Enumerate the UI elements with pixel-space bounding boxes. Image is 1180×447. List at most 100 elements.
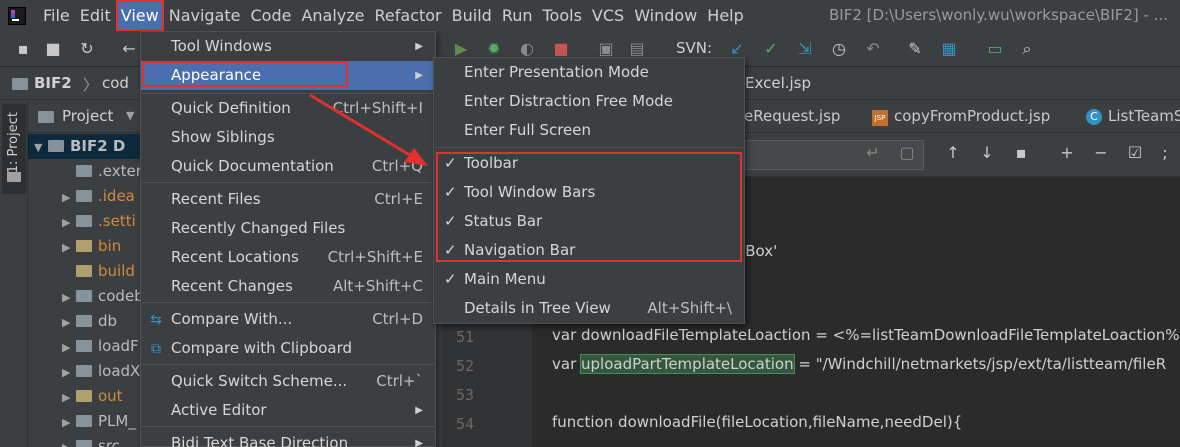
collapse-arrow-icon[interactable]: ▶ [62,210,76,235]
build-project-icon[interactable]: ▣ [597,40,615,58]
menu-vcs[interactable]: VCS [587,0,629,31]
menu-item-recent-files[interactable]: Recent Files Ctrl+E [141,185,435,214]
select-all-occurrences-icon[interactable]: ☑ [1124,143,1146,162]
menu-item-details-in-tree-view[interactable]: Details in Tree View Alt+Shift+\ [434,294,744,323]
collapse-arrow-icon[interactable]: ▶ [62,410,76,435]
save-all-icon[interactable]: ■ [44,40,62,58]
tree-row[interactable]: ▶ loadF [62,334,139,359]
menu-tools[interactable]: Tools [538,0,587,31]
code-line[interactable]: var uploadPartTemplateLocation = "/Windc… [552,354,1166,374]
menu-item-enter-full-screen[interactable]: Enter Full Screen [434,116,744,145]
menu-help[interactable]: Help [702,0,748,31]
coverage-icon[interactable]: ◐ [518,40,536,58]
menu-code[interactable]: Code [246,0,297,31]
menu-separator [142,364,434,365]
more-options-icon[interactable]: ; [1154,143,1176,162]
collapse-arrow-icon[interactable]: ▶ [62,360,76,385]
previous-occurrence-icon[interactable]: ↑ [942,143,964,162]
menu-edit[interactable]: Edit [75,0,116,31]
menu-run[interactable]: Run [497,0,538,31]
collapse-arrow-icon[interactable]: ▶ [62,385,76,410]
editor-tab[interactable]: JSP copyFromProduct.jsp [872,107,1050,126]
menu-build[interactable]: Build [447,0,497,31]
svn-compare-icon[interactable]: ⇲ [796,40,814,58]
menu-item-quick-documentation[interactable]: Quick Documentation Ctrl+Q [141,152,435,181]
tree-row[interactable]: build [62,259,135,284]
next-occurrence-icon[interactable]: ↓ [976,143,998,162]
stop-icon[interactable]: ■ [552,40,570,58]
menu-analyze[interactable]: Analyze [296,0,369,31]
menu-item-recently-changed-files[interactable]: Recently Changed Files [141,214,435,243]
menu-navigate[interactable]: Navigate [164,0,246,31]
menu-refactor[interactable]: Refactor [370,0,447,31]
project-structure-icon[interactable]: ▦ [940,40,958,58]
breadcrumb-project[interactable]: BIF2 [34,74,72,92]
menu-item-quick-switch-scheme[interactable]: Quick Switch Scheme... Ctrl+` [141,367,435,396]
svn-update-icon[interactable]: ↙ [728,40,746,58]
terminal-icon[interactable]: ▭ [986,40,1004,58]
menu-item-recent-changes[interactable]: Recent Changes Alt+Shift+C [141,272,435,301]
project-panel-title[interactable]: Project [62,107,113,125]
svn-commit-icon[interactable]: ✓ [762,40,780,58]
tree-row[interactable]: ▶ db [62,309,117,334]
menu-item-quick-definition[interactable]: Quick Definition Ctrl+Shift+I [141,94,435,123]
sync-icon[interactable]: ↻ [78,40,96,58]
select-all-icon[interactable]: ▪ [1010,143,1032,162]
collapse-arrow-icon[interactable]: ▶ [62,235,76,260]
tree-row[interactable]: ▶ PLM_ [62,409,136,434]
menu-view[interactable]: View [115,0,164,31]
settings-wrench-icon[interactable]: ✎ [906,40,924,58]
menu-item-recent-locations[interactable]: Recent Locations Ctrl+Shift+E [141,243,435,272]
structure-icon[interactable] [7,172,21,182]
menu-item-main-menu[interactable]: ✓ Main Menu [434,265,744,294]
tree-row[interactable]: ▶ out [62,384,123,409]
menu-window[interactable]: Window [629,0,702,31]
tree-row[interactable]: ▶ codeb [62,284,144,309]
menu-file[interactable]: File [38,0,75,31]
highlighted-variable[interactable]: uploadPartTemplateLocation [580,354,795,374]
breadcrumb-code[interactable]: cod [102,74,129,92]
tree-row[interactable]: ▶ .idea [62,184,135,209]
collapse-arrow-icon[interactable]: ▶ [62,435,76,447]
search-everywhere-icon[interactable]: ⌕ [1018,40,1036,58]
breadcrumb-file[interactable]: Excel.jsp [745,74,811,92]
clear-icon[interactable]: ▢ [896,143,918,162]
menu-item-compare-with[interactable]: ⇆ Compare With... Ctrl+D [141,305,435,334]
tree-row[interactable]: ▶ bin [62,234,121,259]
add-occurrence-icon[interactable]: + [1056,143,1078,162]
collapse-arrow-icon[interactable]: ▶ [62,310,76,335]
collapse-arrow-icon[interactable]: ▶ [62,285,76,310]
revert-icon[interactable]: ↶ [864,40,882,58]
collapse-arrow-icon[interactable]: ▶ [62,185,76,210]
collapse-arrow-icon[interactable]: ▶ [62,335,76,360]
code-line[interactable]: var downloadFileTemplateLoaction = <%=li… [552,326,1180,344]
menu-item-show-siblings[interactable]: Show Siblings [141,123,435,152]
menu-item-enter-presentation-mode[interactable]: Enter Presentation Mode [434,58,744,87]
run-icon[interactable]: ▶ [452,40,470,58]
debug-icon[interactable]: ✹ [485,40,503,58]
project-folder-icon [12,78,28,90]
folder-icon [76,265,92,277]
menu-item-enter-distraction-free-mode[interactable]: Enter Distraction Free Mode [434,87,744,116]
expand-arrow-icon[interactable]: ▼ [34,135,48,160]
chevron-down-icon[interactable]: ▼ [126,109,134,122]
save-icon[interactable]: ▪ [14,40,32,58]
tree-row[interactable]: .exter [62,159,142,184]
menu-item-active-editor[interactable]: Active Editor ▶ [141,396,435,425]
editor-tab[interactable]: eRequest.jsp [744,107,840,125]
tree-row[interactable]: ▶src [62,434,120,447]
history-icon[interactable]: ◷ [830,40,848,58]
select-target-icon[interactable]: ▤ [628,40,646,58]
svn-label: SVN: [676,39,713,57]
menu-item-compare-with-clipboard[interactable]: ⧉ Compare with Clipboard [141,334,435,363]
menu-item-bidi-text-base-direction[interactable]: Bidi Text Base Direction ▶ [141,429,435,447]
back-icon[interactable]: ← [120,40,138,58]
tree-row[interactable]: ▶ .setti [62,209,136,234]
enter-icon[interactable]: ↵ [862,143,884,162]
folder-icon [76,165,92,177]
editor-tab[interactable]: C ListTeamS [1086,107,1180,125]
code-line[interactable]: function downloadFile(fileLocation,fileN… [552,413,962,431]
remove-occurrence-icon[interactable]: − [1090,143,1112,162]
tree-row[interactable]: ▶ loadX [62,359,140,384]
menu-item-tool-windows[interactable]: Tool Windows ▶ [141,32,435,61]
